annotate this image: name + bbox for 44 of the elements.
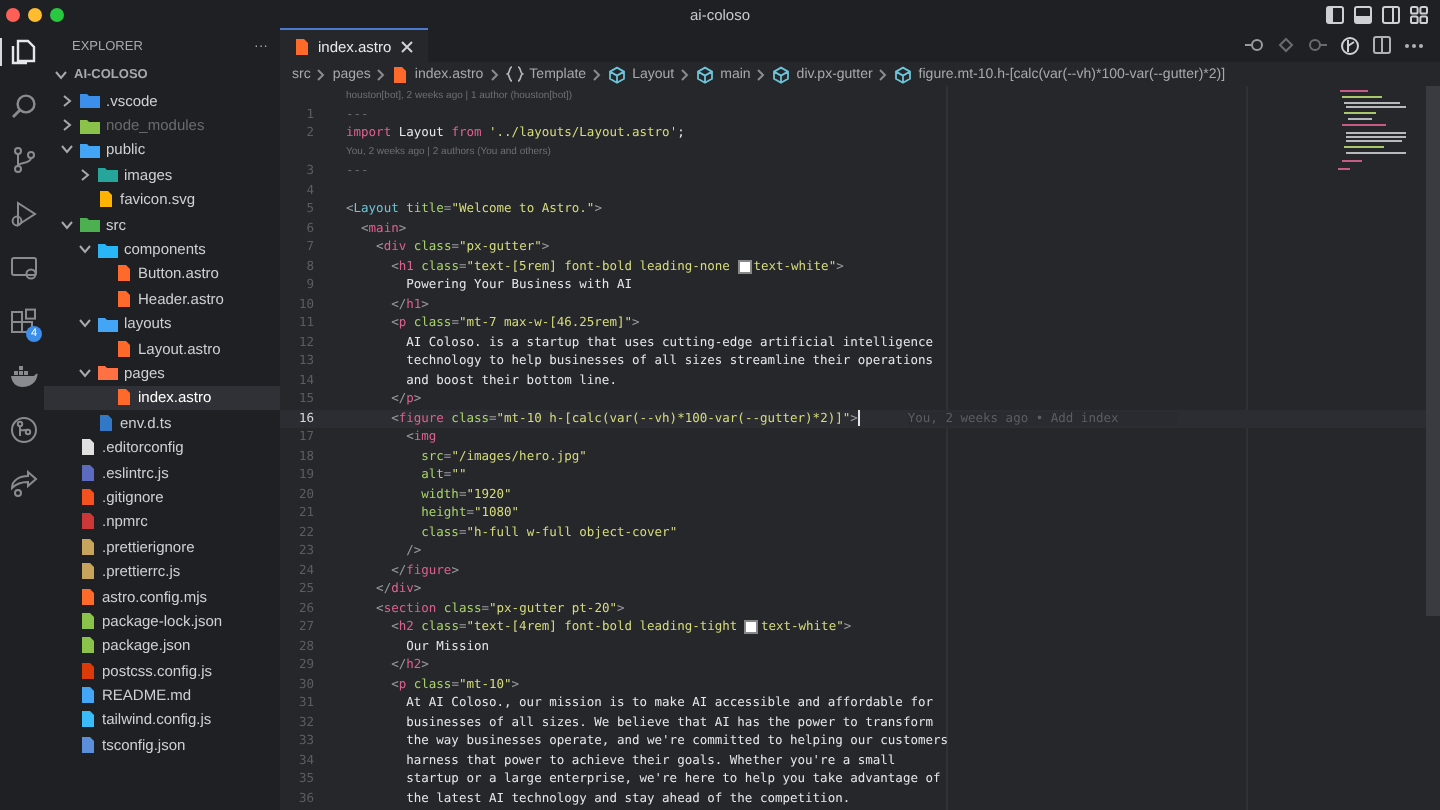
close-icon[interactable] xyxy=(399,39,414,53)
graph-icon[interactable] xyxy=(9,416,37,444)
chevron-icon xyxy=(489,67,500,81)
file-icon xyxy=(98,190,114,209)
timeline-icon[interactable] xyxy=(1340,35,1360,55)
play-bug-icon[interactable] xyxy=(9,200,37,228)
color-swatch[interactable] xyxy=(744,620,759,635)
chevron-icon xyxy=(316,67,327,81)
blocks-icon[interactable] xyxy=(9,308,37,336)
share-arrow-icon[interactable] xyxy=(9,470,37,498)
go-forward-icon[interactable] xyxy=(1308,36,1328,54)
chevron-icon xyxy=(756,67,767,81)
diamond-icon[interactable] xyxy=(1276,36,1296,54)
search-icon[interactable] xyxy=(9,92,37,120)
monitor-icon[interactable] xyxy=(9,254,37,282)
files-icon[interactable] xyxy=(9,38,37,66)
branch-icon[interactable] xyxy=(9,146,37,174)
more-icon[interactable] xyxy=(1404,41,1424,49)
text-cursor xyxy=(857,410,860,427)
toggle-sidebar-icon[interactable] xyxy=(1326,5,1344,23)
split-editor-icon[interactable] xyxy=(1372,36,1392,54)
minimize-window-button[interactable] xyxy=(28,7,42,21)
toggle-panel-icon[interactable] xyxy=(1354,5,1372,23)
file-icon xyxy=(294,37,310,55)
file-icon xyxy=(116,339,132,358)
cube-icon xyxy=(696,65,715,83)
toggle-secondary-sidebar-icon[interactable] xyxy=(1382,5,1400,23)
braces-icon xyxy=(505,66,524,82)
chevron-icon xyxy=(592,67,603,81)
go-back-icon[interactable] xyxy=(1244,36,1264,54)
maximize-window-button[interactable] xyxy=(50,7,64,21)
cube-icon xyxy=(608,65,627,83)
color-swatch[interactable] xyxy=(737,259,752,274)
cube-icon xyxy=(894,65,913,83)
chevron-icon xyxy=(680,67,691,81)
folder-icon xyxy=(98,315,118,332)
cube-icon xyxy=(772,65,791,83)
chevron-icon xyxy=(878,67,889,81)
chevron-icon xyxy=(376,67,387,81)
close-window-button[interactable] xyxy=(6,7,20,21)
customize-layout-icon[interactable] xyxy=(1410,5,1428,23)
whale-icon[interactable] xyxy=(9,362,37,390)
folder-icon xyxy=(98,364,118,381)
file-icon xyxy=(392,65,409,83)
